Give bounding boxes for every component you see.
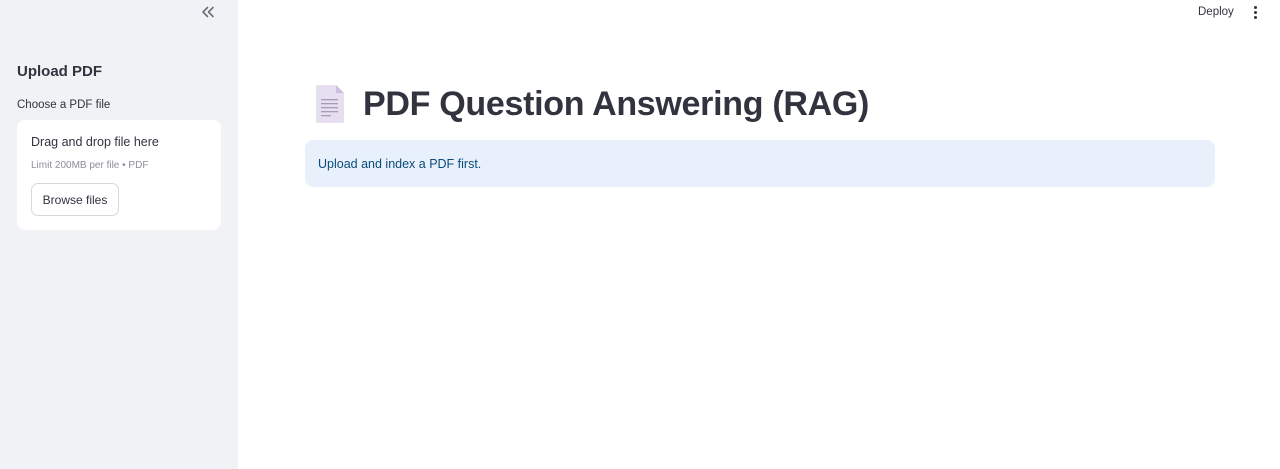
sidebar: Upload PDF Choose a PDF file Drag and dr…	[0, 0, 238, 469]
dropzone-title: Drag and drop file here	[31, 135, 159, 149]
file-dropzone[interactable]: Drag and drop file here Limit 200MB per …	[17, 120, 221, 230]
info-alert: Upload and index a PDF first.	[305, 140, 1215, 187]
collapse-sidebar-button[interactable]	[196, 2, 220, 22]
double-chevron-left-icon	[202, 6, 214, 18]
browse-files-button[interactable]: Browse files	[31, 183, 119, 216]
page-title-row: PDF Question Answering (RAG)	[314, 82, 869, 126]
dropzone-limit-text: Limit 200MB per file • PDF	[31, 160, 149, 171]
info-message: Upload and index a PDF first.	[318, 156, 482, 171]
page-facing-up-icon	[316, 85, 344, 123]
deploy-button[interactable]: Deploy	[1192, 3, 1240, 21]
app-root: Upload PDF Choose a PDF file Drag and dr…	[0, 0, 1280, 469]
page-title: PDF Question Answering (RAG)	[363, 84, 870, 123]
main-menu-button[interactable]	[1246, 3, 1264, 21]
kebab-menu-icon	[1253, 5, 1257, 9]
uploader-label: Choose a PDF file	[17, 99, 111, 111]
sidebar-header: Upload PDF	[17, 63, 102, 80]
